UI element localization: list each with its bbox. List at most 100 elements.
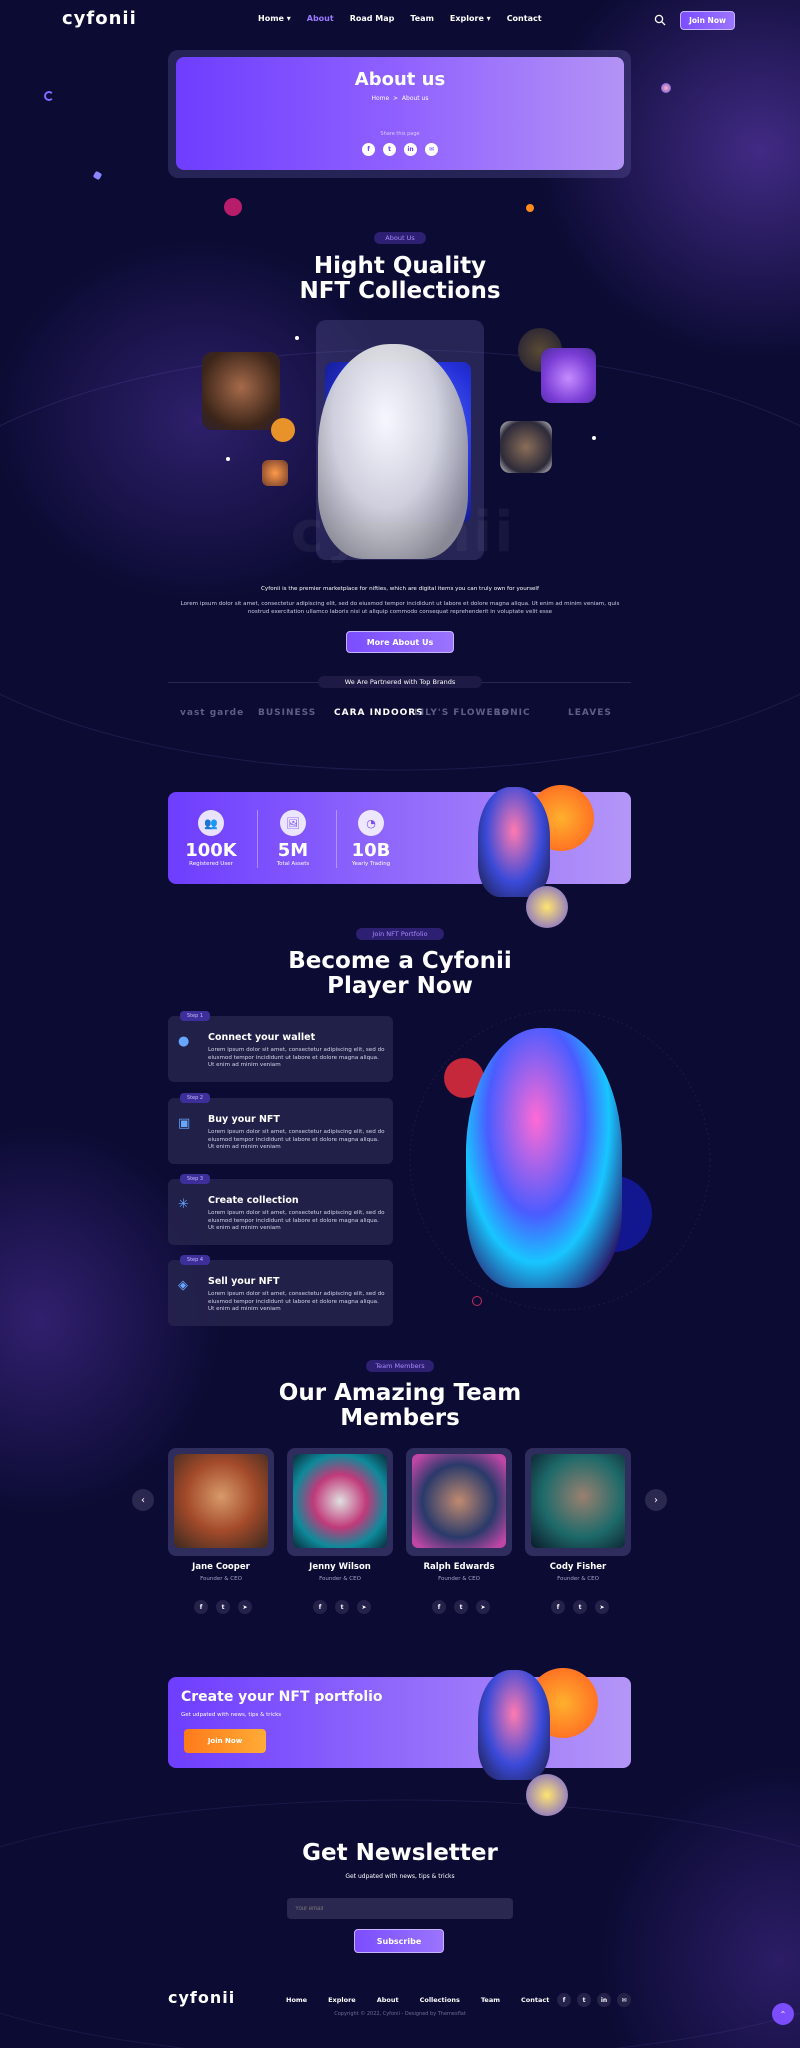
member-social-links: f t ➤ <box>194 1600 252 1614</box>
orb-decoration <box>271 418 295 442</box>
email-input[interactable] <box>287 1898 513 1919</box>
newsletter-title: Get Newsletter <box>302 1840 498 1866</box>
about-lead: Cyfonii is the premier marketplace for n… <box>261 586 539 592</box>
cta-title: Create your NFT portfolio <box>181 1689 383 1705</box>
copyright-text: Copyright © 2022, Cyfonii - Designed by … <box>334 2011 466 2017</box>
telegram-icon[interactable]: ➤ <box>238 1600 252 1614</box>
share-label: Share this page <box>380 131 420 137</box>
twitter-icon[interactable]: t <box>454 1600 468 1614</box>
search-icon[interactable] <box>654 14 666 26</box>
site-header: cyfonii Home ▾ About Road Map Team Explo… <box>0 0 800 40</box>
footer-logo[interactable]: cyfonii <box>168 1988 235 2007</box>
avatar-nft-1 <box>202 352 280 430</box>
facebook-icon[interactable]: f <box>313 1600 327 1614</box>
step-card: Step 1 ● Connect your wallet Lorem ipsum… <box>168 1011 393 1082</box>
partner-logo: vast garde <box>180 708 245 718</box>
about-title-line2: NFT Collections <box>299 278 501 304</box>
stat-label: Total Assets <box>276 861 310 867</box>
member-role: Founder & CEO <box>438 1576 480 1582</box>
step-description: Lorem ipsum dolor sit amet, consectetur … <box>208 1129 385 1150</box>
twitter-icon[interactable]: t <box>577 1993 591 2007</box>
breadcrumb-home[interactable]: Home <box>372 95 390 102</box>
mail-icon[interactable]: ✉ <box>425 143 438 156</box>
twitter-icon[interactable]: t <box>573 1600 587 1614</box>
site-logo[interactable]: cyfonii <box>62 8 137 29</box>
step-tag: Step 2 <box>180 1093 210 1103</box>
facebook-icon[interactable]: f <box>557 1993 571 2007</box>
nav-contact[interactable]: Contact <box>507 14 542 23</box>
about-pill: About Us <box>374 232 426 244</box>
team-card[interactable] <box>287 1448 393 1556</box>
image-icon: 🖼 <box>280 810 306 836</box>
telegram-icon[interactable]: ➤ <box>595 1600 609 1614</box>
sparkle-decoration <box>295 336 299 340</box>
facebook-icon[interactable]: f <box>362 143 375 156</box>
facebook-icon[interactable]: f <box>432 1600 446 1614</box>
nav-road-map[interactable]: Road Map <box>350 14 395 23</box>
footer-nav-about[interactable]: About <box>377 1996 399 2004</box>
portfolio-pill: Join NFT Portfolio <box>356 928 444 940</box>
member-photo <box>174 1454 268 1548</box>
nav-home[interactable]: Home ▾ <box>258 14 291 23</box>
step-title: Sell your NFT <box>208 1276 280 1287</box>
nav-about[interactable]: About <box>307 14 334 23</box>
step-title: Create collection <box>208 1195 299 1206</box>
more-about-button[interactable]: More About Us <box>346 631 454 653</box>
breadcrumb-separator: > <box>393 95 399 102</box>
facebook-icon[interactable]: f <box>194 1600 208 1614</box>
about-body: Lorem ipsum dolor sit amet, consectetur … <box>180 601 620 615</box>
linkedin-icon[interactable]: in <box>597 1993 611 2007</box>
telegram-icon[interactable]: ➤ <box>476 1600 490 1614</box>
member-name: Ralph Edwards <box>423 1562 495 1572</box>
member-role: Founder & CEO <box>557 1576 599 1582</box>
users-icon: 👥 <box>198 810 224 836</box>
footer-nav-explore[interactable]: Explore <box>328 1996 356 2004</box>
footer-nav-collections[interactable]: Collections <box>420 1996 460 2004</box>
partners-label: We Are Partnered with Top Brands <box>318 676 482 688</box>
telegram-icon[interactable]: ➤ <box>357 1600 371 1614</box>
team-pill: Team Members <box>366 1360 434 1372</box>
stat-item: 👥 100K Registered User <box>176 810 246 867</box>
pie-chart-icon: ◔ <box>358 810 384 836</box>
stat-label: Yearly Trading <box>351 861 391 867</box>
stat-value: 5M <box>277 840 309 861</box>
stat-item: ◔ 10B Yearly Trading <box>336 810 406 867</box>
member-social-links: f t ➤ <box>313 1600 371 1614</box>
team-card[interactable] <box>406 1448 512 1556</box>
statue-holographic-image <box>466 1028 622 1288</box>
stat-label: Registered User <box>189 861 233 867</box>
step-card: Step 2 ▣ Buy your NFT Lorem ipsum dolor … <box>168 1093 393 1164</box>
subscribe-button[interactable]: Subscribe <box>354 1929 444 1953</box>
carousel-prev-button[interactable]: ‹ <box>132 1489 154 1511</box>
orb-decoration <box>661 83 671 93</box>
mail-icon[interactable]: ✉ <box>617 1993 631 2007</box>
footer-nav-home[interactable]: Home <box>286 1996 307 2004</box>
nav-team[interactable]: Team <box>410 14 434 23</box>
team-card[interactable] <box>168 1448 274 1556</box>
nav-explore[interactable]: Explore ▾ <box>450 14 491 23</box>
footer-nav-contact[interactable]: Contact <box>521 1996 549 2004</box>
cta-subtitle: Get udpated with news, tips & tricks <box>181 1712 282 1718</box>
linkedin-icon[interactable]: in <box>404 143 417 156</box>
back-to-top-button[interactable]: ⌃ <box>772 2003 794 2025</box>
twitter-icon[interactable]: t <box>216 1600 230 1614</box>
step-description: Lorem ipsum dolor sit amet, consectetur … <box>208 1047 385 1068</box>
partner-logo: BUSINESS <box>258 708 317 718</box>
step-description: Lorem ipsum dolor sit amet, consectetur … <box>208 1291 385 1312</box>
stat-value: 100K <box>185 840 237 861</box>
team-card[interactable] <box>525 1448 631 1556</box>
team-title-line2: Members <box>340 1405 460 1431</box>
statue-image <box>318 344 468 559</box>
cta-join-button[interactable]: Join Now <box>184 1729 266 1753</box>
twitter-icon[interactable]: t <box>335 1600 349 1614</box>
step-card: Step 3 ✳ Create collection Lorem ipsum d… <box>168 1174 393 1245</box>
share-social-links: f t in ✉ <box>362 143 438 156</box>
facebook-icon[interactable]: f <box>551 1600 565 1614</box>
member-social-links: f t ➤ <box>551 1600 609 1614</box>
carousel-next-button[interactable]: › <box>645 1489 667 1511</box>
member-photo <box>293 1454 387 1548</box>
join-now-button[interactable]: Join Now <box>680 11 735 30</box>
footer-nav-team[interactable]: Team <box>481 1996 500 2004</box>
team-title-line1: Our Amazing Team <box>278 1380 522 1406</box>
twitter-icon[interactable]: t <box>383 143 396 156</box>
